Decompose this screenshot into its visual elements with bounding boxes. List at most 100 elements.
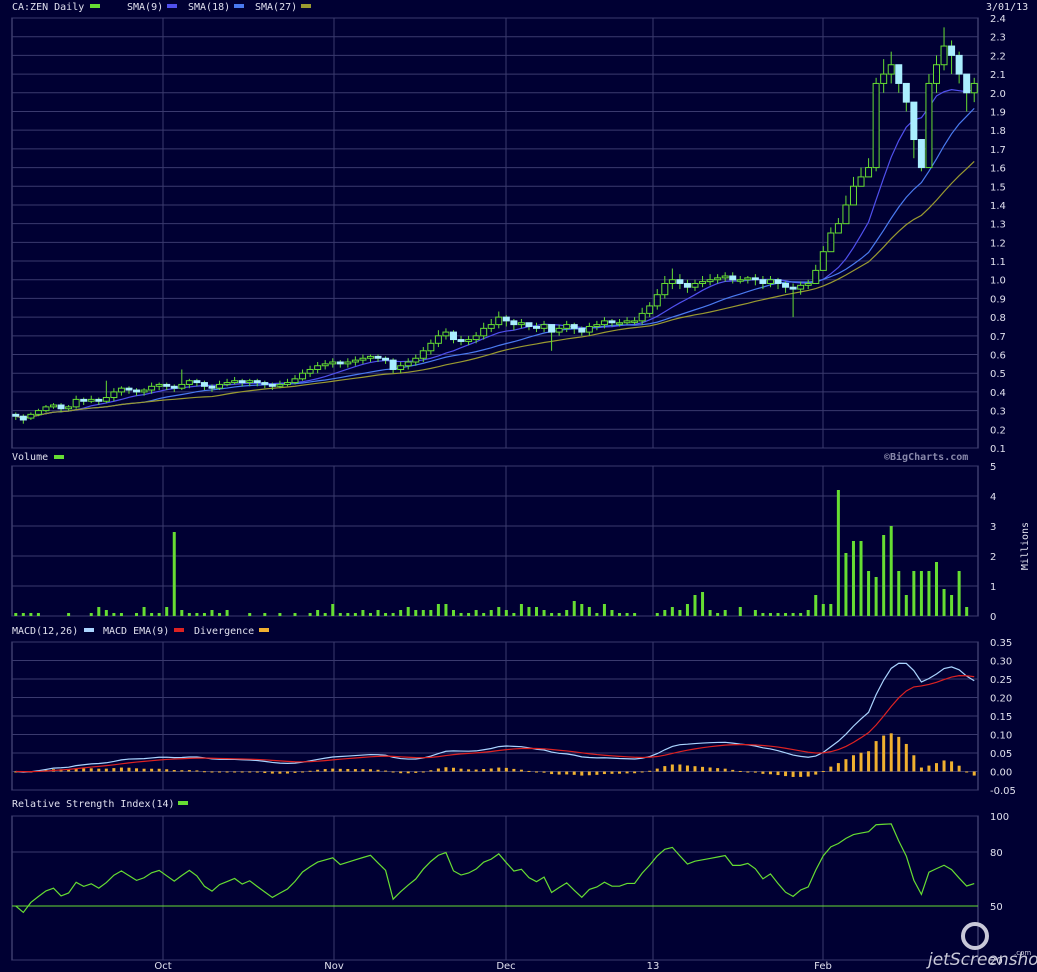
y-tick-label: 1.6 <box>990 164 1006 175</box>
month-label-dec: Dec <box>496 961 515 972</box>
logo-ring-icon <box>961 922 989 950</box>
candle-body <box>178 383 186 389</box>
divergence-bar <box>89 768 93 772</box>
price-panel: 2.4 2.3 2.2 2.1 2.0 1.9 1.8 1.7 1.6 1.5 1.4 1.3 1.2 1… <box>11 14 1006 455</box>
volume-bar <box>399 610 403 616</box>
divergence-bar <box>218 771 222 773</box>
volume-bar <box>429 610 433 616</box>
candle-body <box>238 380 246 384</box>
rsi-panel: 100805020 <box>11 812 1009 967</box>
divergence-bar <box>587 771 591 776</box>
volume-bar <box>806 610 810 616</box>
sma-line-18 <box>15 107 975 419</box>
divergence-bar <box>278 771 282 774</box>
candle-body <box>125 387 133 391</box>
divergence-bar <box>836 763 840 772</box>
divergence-bar <box>708 767 712 772</box>
candle-body <box>661 282 669 296</box>
divergence-bar <box>685 765 689 772</box>
volume-bar <box>444 604 448 616</box>
divergence-bar <box>104 768 108 772</box>
candle-body <box>359 357 367 361</box>
volume-bar <box>550 613 554 616</box>
divergence-bar <box>391 771 395 773</box>
volume-bar <box>723 610 727 616</box>
candle-body <box>276 383 284 387</box>
y-tick-label: 0.3 <box>990 407 1006 418</box>
candle-body <box>283 382 291 385</box>
y-tick-label: 0.25 <box>990 675 1012 686</box>
candle-body <box>774 279 782 284</box>
divergence-bar <box>934 763 938 772</box>
candle-body <box>902 82 910 103</box>
y-tick-label: 2.3 <box>990 33 1006 44</box>
volume-bar <box>225 610 229 616</box>
macd-legend-macd: MACD(12,26) <box>12 626 78 637</box>
candle-body <box>148 385 156 391</box>
volume-bar <box>957 571 961 616</box>
candle-body <box>495 316 503 326</box>
y-tick-label: -0.05 <box>990 786 1016 797</box>
symbol-swatch <box>90 4 100 8</box>
divergence-bar <box>761 771 765 774</box>
volume-units-label: Millions <box>1020 522 1031 570</box>
legend-sma18-swatch <box>234 4 244 8</box>
y-tick-label: 2.2 <box>990 51 1006 62</box>
candle-body <box>623 320 631 324</box>
stock-chart: 2.4 2.3 2.2 2.1 2.0 1.9 1.8 1.7 1.6 1.5 1.4 1.3 1.2 1… <box>11 2 1037 972</box>
divergence-bar <box>889 733 893 772</box>
candle-body <box>827 232 835 253</box>
divergence-bar <box>112 768 116 772</box>
candle-body <box>729 275 737 281</box>
divergence-bar <box>912 755 916 772</box>
candle-body <box>336 361 344 365</box>
divergence-bar <box>625 771 629 774</box>
divergence-bar <box>678 764 682 772</box>
divergence-bar <box>814 771 818 775</box>
divergence-bar <box>459 768 463 772</box>
candle-body <box>314 365 322 370</box>
divergence-bar <box>557 771 561 775</box>
candle-body <box>849 185 857 206</box>
candle-body <box>917 139 925 169</box>
divergence-bar <box>519 769 523 772</box>
candle-body <box>80 398 88 402</box>
volume-bar <box>950 595 954 616</box>
panel-frame <box>11 815 979 961</box>
y-tick-label: 0.2 <box>990 425 1006 436</box>
candle-body <box>12 413 20 417</box>
y-tick-label: 0.20 <box>990 694 1012 705</box>
volume-bar <box>542 610 546 616</box>
candle-body <box>140 389 148 393</box>
candle-body <box>374 355 382 359</box>
divergence-bar <box>82 768 86 772</box>
candle-body <box>268 383 276 387</box>
candle-body <box>419 350 427 359</box>
candle-body <box>344 361 352 365</box>
divergence-bar <box>497 767 501 772</box>
month-label-feb: Feb <box>814 961 832 972</box>
divergence-bar <box>799 771 803 777</box>
divergence-bar <box>285 771 289 774</box>
candle-body <box>736 279 744 282</box>
y-tick-label: 0.7 <box>990 332 1006 343</box>
volume-bar <box>489 610 493 616</box>
volume-bar <box>527 607 531 616</box>
candle-body <box>42 406 50 412</box>
legend-sma27-swatch <box>301 4 311 8</box>
candle-body <box>163 383 171 387</box>
volume-bar <box>965 607 969 616</box>
bigcharts-watermark: ©BigCharts.com <box>884 451 968 463</box>
volume-bar <box>799 613 803 616</box>
y-tick-label: 1.8 <box>990 126 1006 137</box>
month-label-oct: Oct <box>154 961 171 972</box>
candle-body <box>397 365 405 370</box>
divergence-bar <box>142 768 146 772</box>
volume-bar <box>572 601 576 616</box>
volume-bar <box>459 613 463 616</box>
volume-bar <box>482 613 486 616</box>
candle-body <box>857 176 865 187</box>
sma-line-9 <box>15 89 975 419</box>
candle-body <box>865 167 873 178</box>
divergence-bar <box>255 771 259 773</box>
